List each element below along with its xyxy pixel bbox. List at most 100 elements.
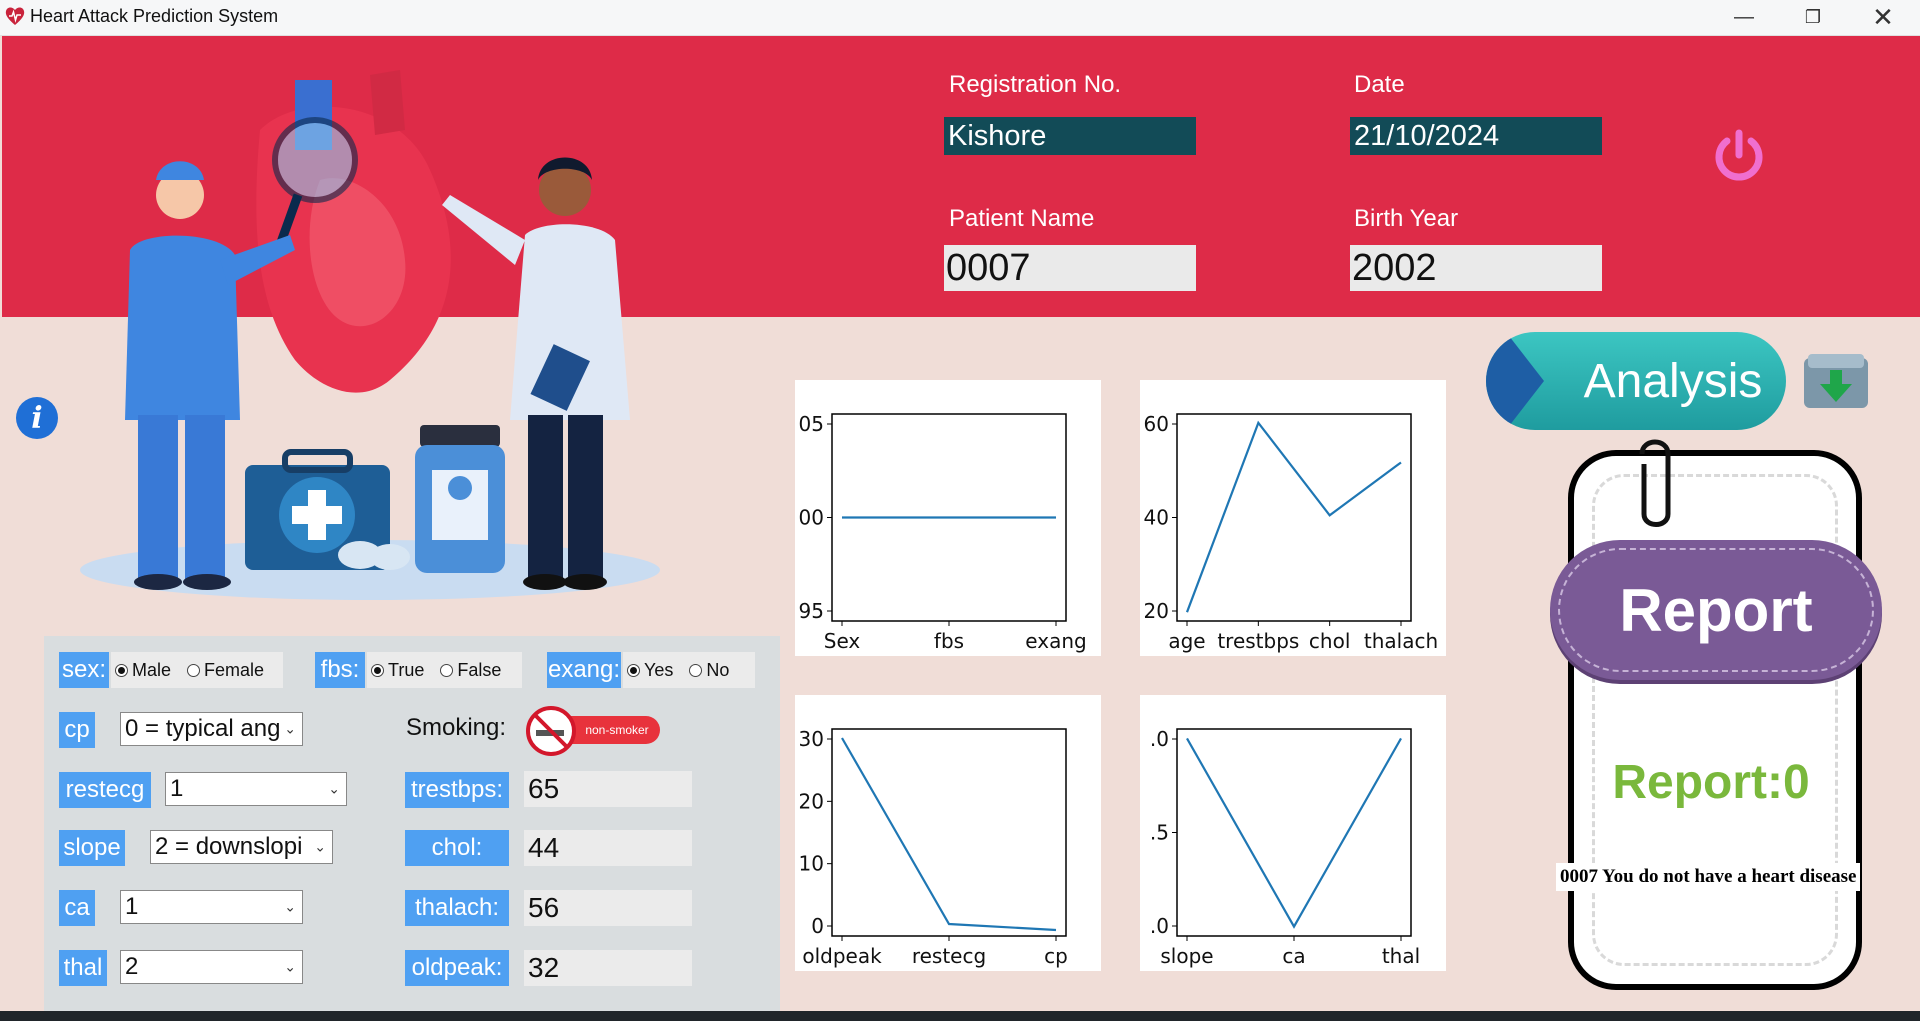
thalach-label: thalach: [405,890,509,926]
cp-select[interactable]: 0 = typical ang ⌄ [120,712,303,746]
series-line [1186,737,1402,929]
fbs-label: fbs: [315,652,365,688]
thal-value: 2 [125,953,139,980]
thal-label: thal [59,950,107,986]
exang-no-radio[interactable] [689,663,703,677]
exang-radio-group: Yes No [623,652,755,688]
y-tick-label: 40 [1144,506,1169,530]
x-tick-label: slope [1160,944,1213,968]
report-result: Report:0 [1612,756,1810,809]
restore-icon: ❐ [1804,7,1822,27]
sex-female-text: Female [204,659,265,680]
sex-female-radio[interactable] [187,663,201,677]
slope-label: slope [59,830,125,866]
registration-input[interactable]: Kishore [944,117,1196,155]
chart-3-svg: oldpeak restecg cp 30 20 10 0 [799,727,1068,968]
date-label: Date [1354,71,1405,98]
minimize-button[interactable]: — [1709,0,1779,35]
date-input[interactable]: 21/10/2024 [1350,117,1602,155]
x-tick-label: Sex [824,629,861,653]
report-title-banner: Report [1550,540,1882,680]
download-icon[interactable] [1800,350,1872,412]
series-line [841,737,1057,932]
analysis-button[interactable]: Analysis [1486,332,1786,430]
heart-app-icon [5,7,25,25]
x-tick-label: restecg [912,944,986,968]
x-tick-label: cp [1044,944,1068,968]
y-tick-label: .0 [1150,727,1169,751]
patient-name-input[interactable]: 0007 [944,245,1196,291]
y-tick-label: 0 [811,914,824,938]
y-tick-label: 05 [799,412,824,436]
window-title: Heart Attack Prediction System [30,6,279,26]
chart-2-svg: age trestbps chol thalach 60 40 20 [1144,412,1439,653]
exang-no-text: No [706,659,730,680]
smoking-toggle[interactable]: non-smoker [526,706,660,756]
y-tick-label: 20 [799,789,824,813]
thalach-input[interactable]: 56 [524,890,692,926]
oldpeak-label: oldpeak: [405,950,509,986]
chevron-down-icon: ⌄ [328,780,340,797]
x-tick-label: ca [1282,944,1305,968]
chevron-down-icon: ⌄ [284,958,296,975]
slope-value: 2 = downslopi [155,833,303,860]
chart-2: age trestbps chol thalach 60 40 20 [1140,380,1446,656]
sex-label: sex: [59,652,109,688]
power-icon[interactable] [1708,125,1770,187]
birth-year-input[interactable]: 2002 [1350,245,1602,291]
cp-label: cp [59,712,95,748]
fbs-radio-group: True False [367,652,522,688]
fbs-true-radio[interactable] [371,663,384,677]
analysis-arrow-icon [1486,332,1544,430]
x-tick-label: chol [1309,629,1350,653]
fbs-false-radio[interactable] [440,663,454,677]
exang-label: exang: [547,652,621,688]
x-tick-label: oldpeak [802,944,882,968]
close-button[interactable]: ✕ [1848,0,1918,35]
y-tick-label: .5 [1150,821,1169,845]
restore-button[interactable]: ❐ [1778,0,1848,35]
x-tick-label: exang [1025,629,1086,653]
no-smoking-icon [526,706,576,756]
y-tick-label: 20 [1144,599,1169,623]
chart-4: slope ca thal .0 .5 .0 [1140,695,1446,971]
patient-name-label: Patient Name [949,205,1095,232]
exang-yes-radio[interactable] [627,663,640,677]
chart-1-svg: Sex fbs exang 05 00 95 [799,412,1087,653]
y-tick-label: 00 [799,506,824,530]
sex-male-radio[interactable] [115,663,128,677]
ca-value: 1 [125,893,139,920]
paperclip-icon [1639,439,1671,527]
birth-year-label: Birth Year [1354,205,1459,232]
chevron-down-icon: ⌄ [314,838,326,855]
taskbar-strip [0,1011,1920,1021]
ca-label: ca [59,890,95,926]
chol-input[interactable]: 44 [524,830,692,866]
slope-select[interactable]: 2 = downslopi ⌄ [150,830,333,864]
chart-3: oldpeak restecg cp 30 20 10 0 [795,695,1101,971]
restecg-select[interactable]: 1 ⌄ [165,772,347,806]
registration-label: Registration No. [949,71,1122,98]
close-icon: ✕ [1872,2,1894,32]
y-tick-label: 30 [799,727,824,751]
report-title: Report [1619,576,1813,644]
y-tick-label: 95 [799,599,824,623]
oldpeak-input[interactable]: 32 [524,950,692,986]
fbs-true-text: True [388,659,425,680]
exang-yes-text: Yes [644,659,674,680]
minimize-icon: — [1734,6,1754,28]
info-icon[interactable]: i [16,397,58,439]
chart-axes-frame [1176,413,1412,622]
restecg-value: 1 [170,775,184,802]
trestbps-label: trestbps: [405,772,509,808]
thal-select[interactable]: 2 ⌄ [120,950,303,984]
cp-value: 0 = typical ang [125,715,281,742]
report-message: 0007 You do not have a heart disease [1556,863,1861,891]
y-tick-label: 60 [1144,412,1169,436]
doctors-heart-illustration [80,70,660,600]
trestbps-input[interactable]: 65 [524,771,692,807]
restecg-label: restecg [59,772,151,808]
x-tick-label: thal [1382,944,1420,968]
ca-select[interactable]: 1 ⌄ [120,890,303,924]
chevron-down-icon: ⌄ [284,720,296,737]
